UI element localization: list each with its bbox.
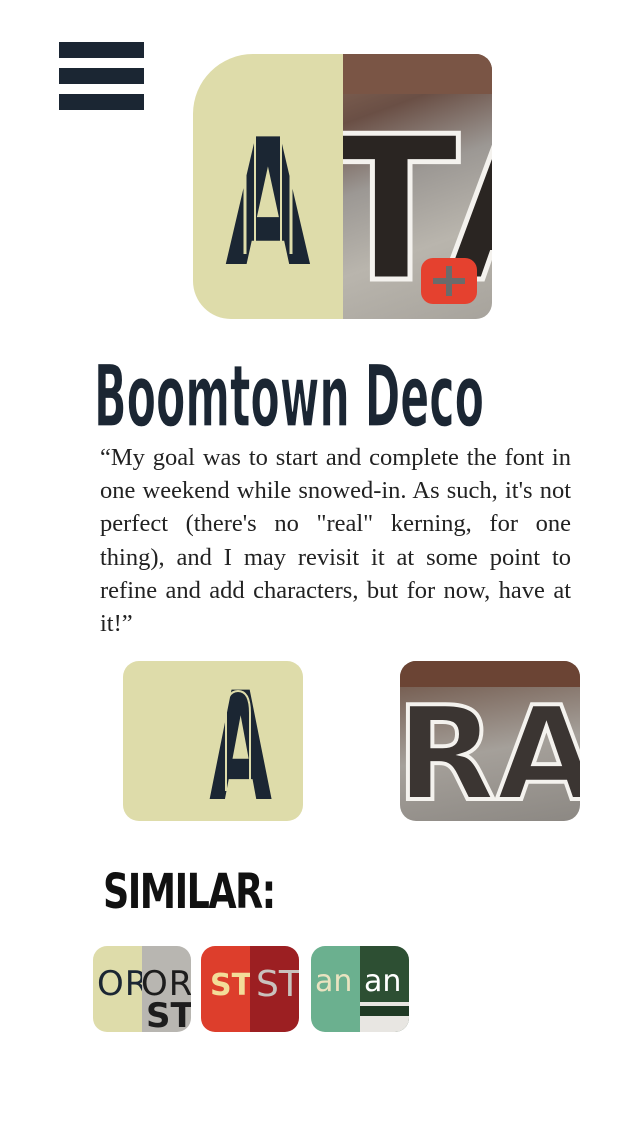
similar-heading: SIMILAR:	[103, 864, 276, 920]
glyph-letter: A	[225, 102, 310, 306]
hero-preview: A TA	[193, 54, 492, 319]
designer-quote: “My goal was to start and complete the f…	[100, 444, 571, 638]
menu-bar	[59, 94, 144, 110]
thumb-left-text: OR	[97, 964, 142, 1004]
similar-font-thumb[interactable]: ST STO	[201, 946, 299, 1032]
thumb-photo-half: an	[360, 946, 409, 1032]
thumb-photo-half: OR ST	[142, 946, 191, 1032]
photo-sample-tile[interactable]: RA	[400, 661, 580, 821]
menu-bar	[59, 68, 144, 84]
photo-strip	[360, 1006, 409, 1016]
hamburger-menu-icon[interactable]	[59, 42, 144, 110]
thumb-photo-half: STO	[250, 946, 299, 1032]
deco-glyph-a-small: A	[209, 661, 272, 821]
glyph-sample-letter: A	[209, 661, 272, 821]
thumb-left-text: an	[315, 964, 353, 999]
thumb-right-text: STO	[256, 964, 299, 1005]
thumb-glyph-half: OR	[93, 946, 142, 1032]
glyph-swatch: A	[193, 54, 343, 319]
thumb-extra-text: ST	[146, 996, 191, 1032]
deco-glyph-a: A	[225, 90, 311, 306]
thumb-left-text: ST	[210, 968, 250, 1003]
menu-bar	[59, 42, 144, 58]
thumb-glyph-half: an	[311, 946, 360, 1032]
photo-sample-letters: RA	[400, 661, 580, 821]
thumb-right-text: an	[364, 964, 402, 999]
font-name: Boomtown Deco	[94, 358, 484, 438]
similar-font-thumb[interactable]: OR OR ST	[93, 946, 191, 1032]
glyph-sample-tile[interactable]: A	[123, 661, 303, 821]
similar-font-thumb[interactable]: an an	[311, 946, 409, 1032]
add-font-button[interactable]	[421, 258, 477, 304]
font-title: Boomtown Deco	[94, 358, 514, 438]
photo-sample-text: RA	[400, 678, 580, 821]
thumb-glyph-half: ST	[201, 946, 250, 1032]
